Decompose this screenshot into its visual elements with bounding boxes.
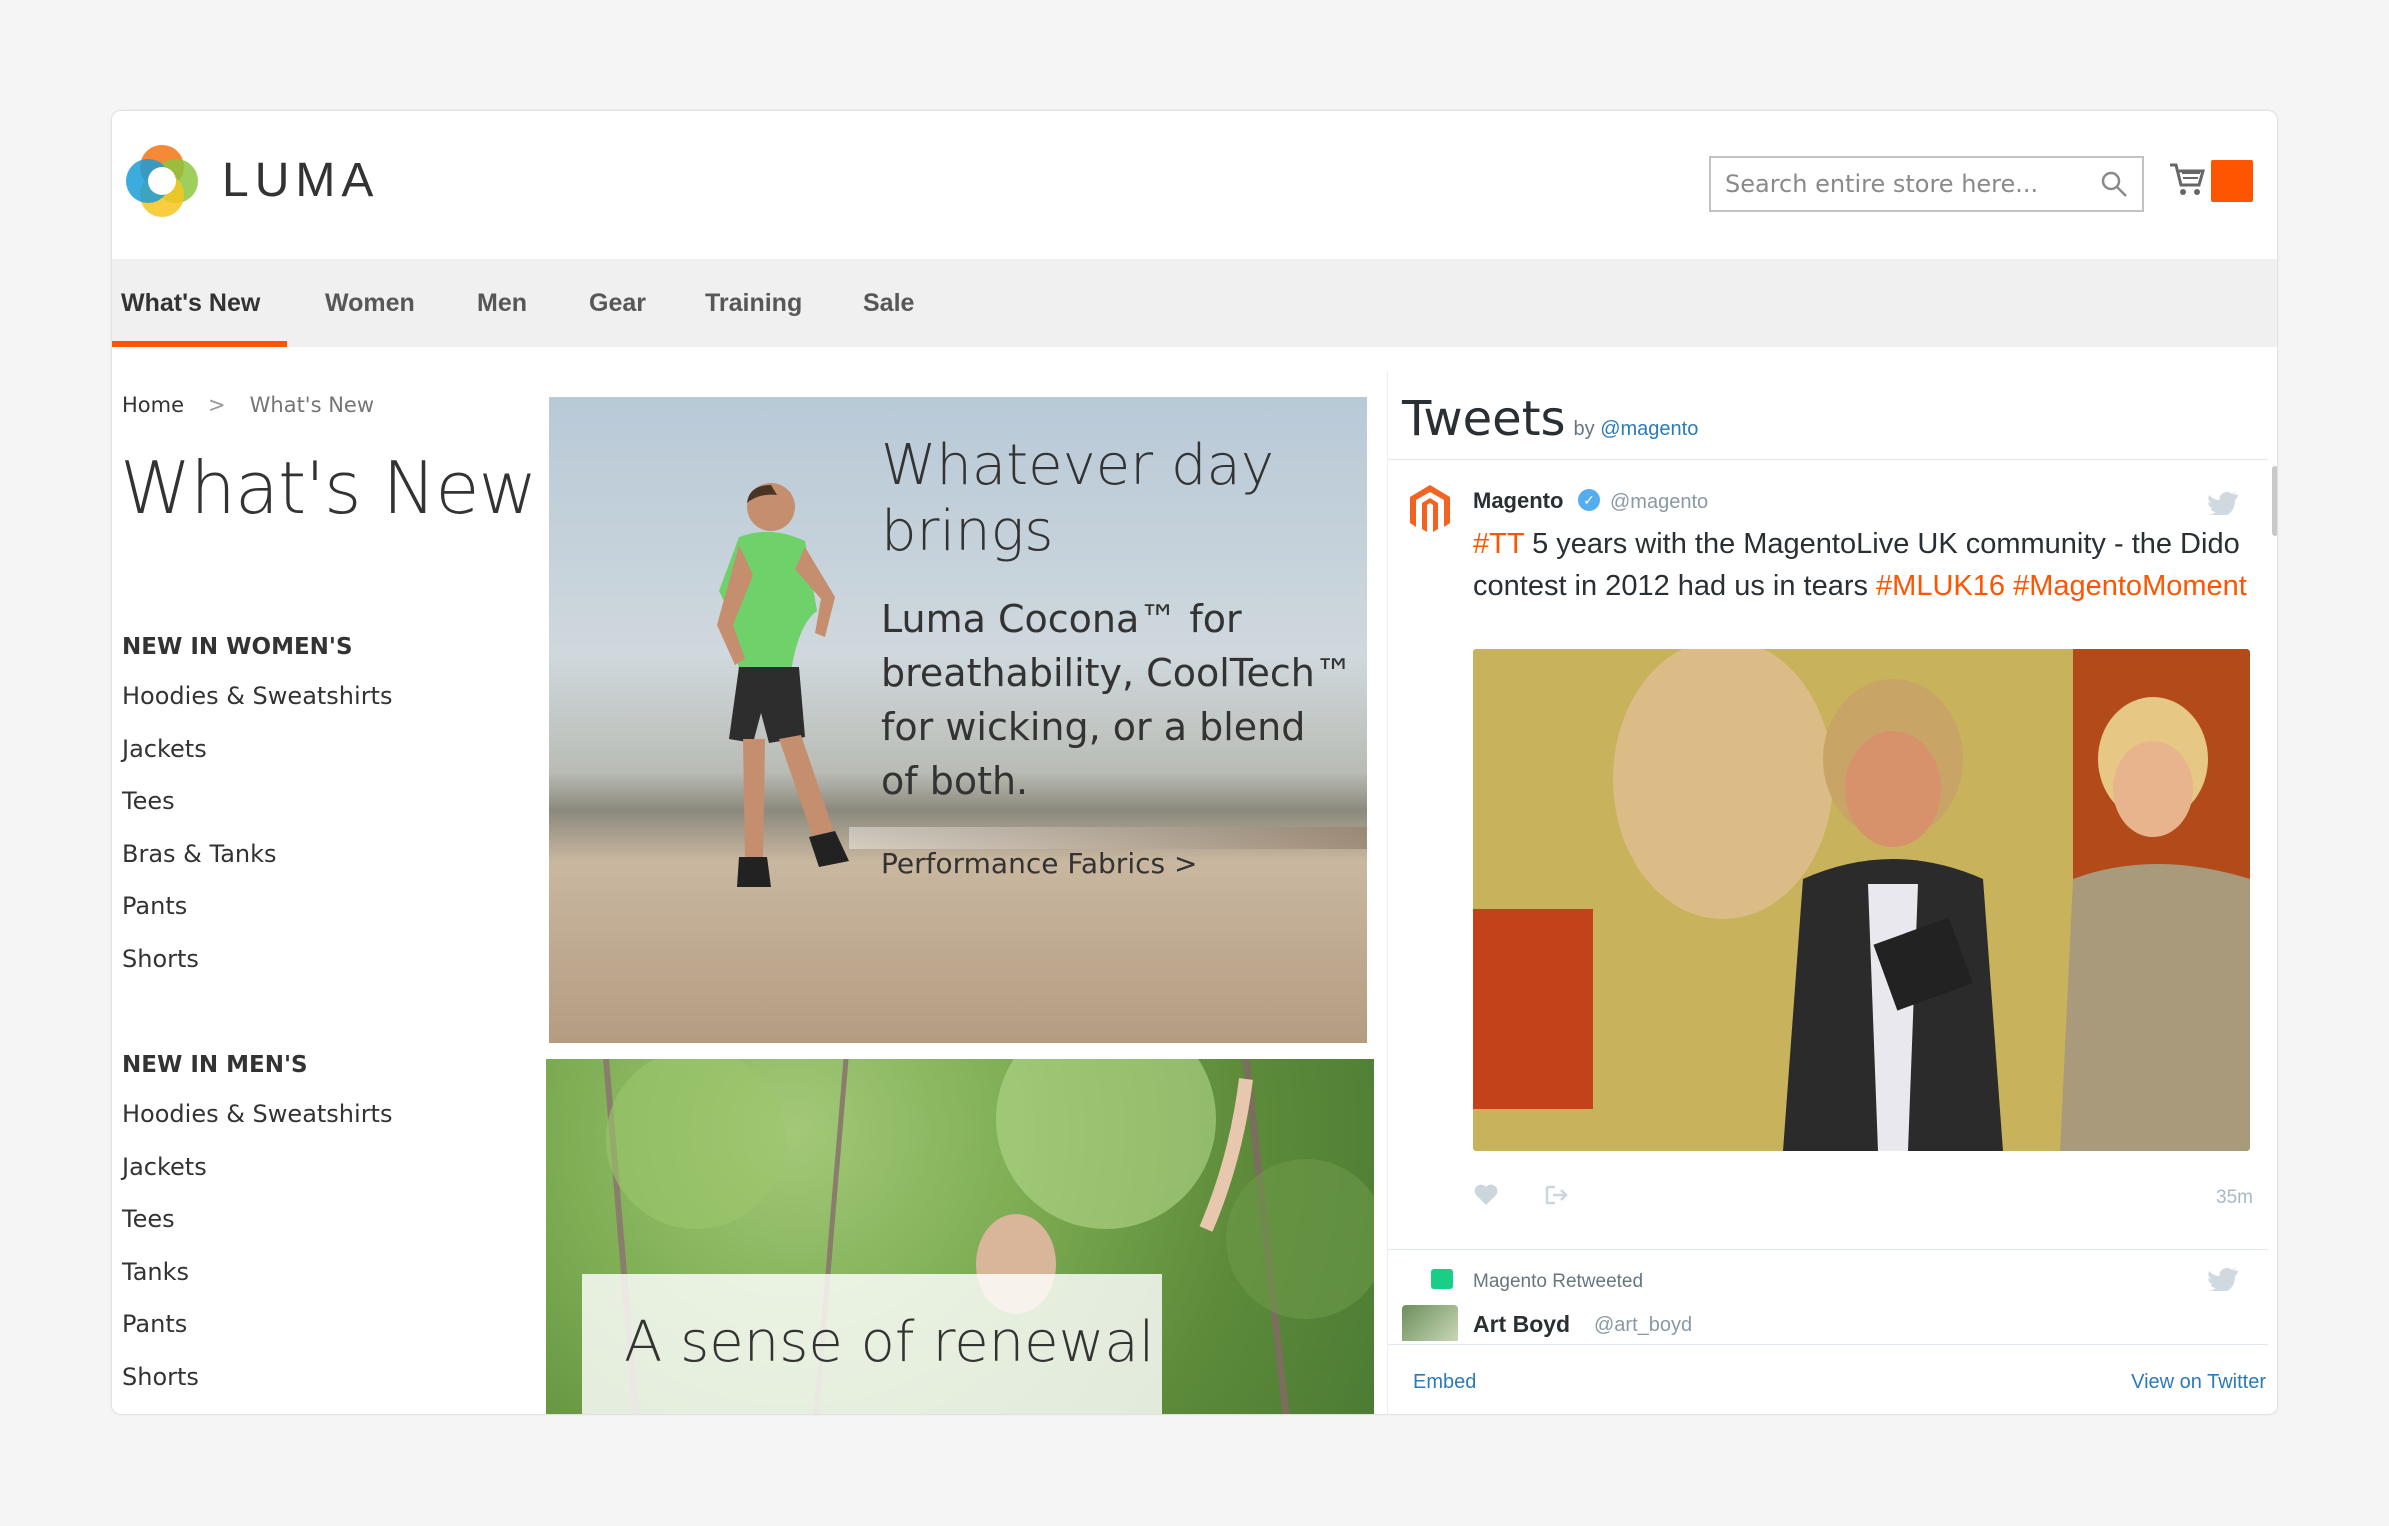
promo-title: Whatever day brings bbox=[881, 433, 1274, 565]
main-navigation: What's New Women Men Gear Training Sale bbox=[112, 259, 2277, 347]
brand-name[interactable]: LUMA bbox=[222, 153, 379, 208]
promo-title-line: Whatever day bbox=[881, 433, 1275, 498]
breadcrumb: Home > What's New bbox=[122, 393, 374, 417]
sea-wave bbox=[849, 827, 1367, 849]
divider bbox=[1388, 1249, 2268, 1250]
divider bbox=[1388, 459, 2268, 460]
hashtag-link[interactable]: #MagentoMoment bbox=[2013, 570, 2247, 602]
promo-banner-performance[interactable]: Whatever day brings Luma Cocona™ for bre… bbox=[549, 397, 1367, 1043]
nav-sale[interactable]: Sale bbox=[863, 259, 914, 347]
twitter-widget: Tweets by @magento Magento ✓ @magento #TT… bbox=[1387, 371, 2277, 1414]
tweet-author-handle[interactable]: @magento bbox=[1610, 491, 1708, 514]
tweet-timestamp[interactable]: 35m bbox=[2216, 1187, 2253, 1209]
like-heart-icon[interactable] bbox=[1473, 1183, 1499, 1207]
promo-body-line: breathability, CoolTech™ bbox=[881, 651, 1353, 695]
promo-body: Luma Cocona™ for breathability, CoolTech… bbox=[881, 592, 1353, 808]
search-box[interactable] bbox=[1709, 156, 2144, 212]
women-category-link[interactable]: Bras & Tanks bbox=[122, 839, 392, 892]
hashtag-link[interactable]: #TT bbox=[1473, 528, 1524, 560]
men-category-list: Hoodies & Sweatshirts Jackets Tees Tanks… bbox=[122, 1099, 392, 1414]
women-category-link[interactable]: Jackets bbox=[122, 734, 392, 787]
runner-image bbox=[717, 483, 849, 887]
performance-fabrics-link[interactable]: Performance Fabrics > bbox=[881, 847, 1197, 880]
breadcrumb-current: What's New bbox=[249, 393, 374, 417]
promo-body-line: for wicking, or a blend bbox=[881, 705, 1306, 749]
tweet-author-name[interactable]: Magento bbox=[1473, 488, 1563, 514]
tweet-actions: 35m bbox=[1473, 1183, 2253, 1213]
promo-banner-renewal[interactable]: A sense of renewal bbox=[546, 1059, 1374, 1414]
browser-frame: LUMA What's New Women Men Gear Training … bbox=[111, 110, 2278, 1415]
men-category-link[interactable]: Shorts bbox=[122, 1362, 392, 1415]
women-category-link[interactable]: Hoodies & Sweatshirts bbox=[122, 681, 392, 734]
tweets-by: by @magento bbox=[1574, 418, 1699, 440]
women-category-list: Hoodies & Sweatshirts Jackets Tees Bras … bbox=[122, 681, 392, 996]
women-category-link[interactable]: Pants bbox=[122, 891, 392, 944]
twitter-bird-icon[interactable] bbox=[2208, 491, 2238, 515]
nav-whats-new[interactable]: What's New bbox=[121, 259, 260, 347]
page-title: What's New bbox=[120, 446, 537, 530]
search-icon[interactable] bbox=[2100, 170, 2128, 198]
men-category-link[interactable]: Tees bbox=[122, 1204, 392, 1257]
active-nav-indicator bbox=[112, 341, 287, 347]
header: LUMA bbox=[112, 111, 2277, 259]
search-input[interactable] bbox=[1725, 170, 2100, 198]
men-category-link[interactable]: Tanks bbox=[122, 1257, 392, 1310]
view-on-twitter-link[interactable]: View on Twitter bbox=[2131, 1371, 2266, 1394]
promo-title-line: brings bbox=[881, 499, 1054, 564]
promo-body-line: Luma Cocona™ for bbox=[881, 597, 1242, 641]
promo-caption: A sense of renewal bbox=[624, 1310, 1155, 1375]
verified-icon: ✓ bbox=[1578, 489, 1600, 511]
nav-women[interactable]: Women bbox=[325, 259, 415, 347]
tweet-text: #TT 5 years with the MagentoLive UK comm… bbox=[1473, 523, 2253, 607]
women-section-heading: NEW IN WOMEN'S bbox=[122, 634, 353, 660]
cart-icon[interactable] bbox=[2168, 159, 2206, 199]
men-category-link[interactable]: Hoodies & Sweatshirts bbox=[122, 1099, 392, 1152]
hashtag-link[interactable]: #MLUK16 bbox=[1876, 570, 2005, 602]
share-icon[interactable] bbox=[1543, 1183, 1569, 1207]
cart-counter-badge[interactable] bbox=[2211, 160, 2253, 202]
twitter-bird-icon[interactable] bbox=[2208, 1267, 2238, 1291]
women-category-link[interactable]: Shorts bbox=[122, 944, 392, 997]
caption-panel: A sense of renewal bbox=[582, 1274, 1162, 1414]
retweet-item[interactable]: Magento Retweeted Art Boyd @art_boyd bbox=[1388, 1251, 2268, 1341]
retweet-author-handle[interactable]: @art_boyd bbox=[1594, 1314, 1692, 1337]
men-category-link[interactable]: Pants bbox=[122, 1309, 392, 1362]
tweets-header: Tweets by @magento bbox=[1402, 391, 1698, 447]
retweet-author-name[interactable]: Art Boyd bbox=[1473, 1311, 1570, 1338]
nav-gear[interactable]: Gear bbox=[589, 259, 646, 347]
luma-logo-icon[interactable] bbox=[122, 141, 202, 221]
event-photo-image bbox=[1473, 649, 2250, 1151]
tweets-by-label: by bbox=[1573, 418, 1595, 440]
avatar[interactable] bbox=[1402, 1305, 1458, 1341]
scrollbar-thumb[interactable] bbox=[2272, 466, 2277, 536]
tweets-by-handle-link[interactable]: @magento bbox=[1600, 418, 1698, 440]
tweets-title: Tweets bbox=[1402, 391, 1566, 447]
breadcrumb-home[interactable]: Home bbox=[122, 393, 184, 417]
tweets-footer: Embed View on Twitter bbox=[1388, 1344, 2268, 1414]
embed-link[interactable]: Embed bbox=[1413, 1371, 1476, 1394]
magento-logo-icon[interactable] bbox=[1406, 483, 1454, 533]
nav-training[interactable]: Training bbox=[705, 259, 802, 347]
tweet-photo[interactable] bbox=[1473, 649, 2250, 1151]
promo-body-line: of both. bbox=[881, 759, 1029, 803]
women-category-link[interactable]: Tees bbox=[122, 786, 392, 839]
men-section-heading: NEW IN MEN'S bbox=[122, 1052, 308, 1078]
retweet-icon bbox=[1431, 1269, 1453, 1289]
retweet-label: Magento Retweeted bbox=[1473, 1271, 1644, 1292]
nav-men[interactable]: Men bbox=[477, 259, 527, 347]
breadcrumb-separator: > bbox=[208, 393, 226, 417]
men-category-link[interactable]: Jackets bbox=[122, 1152, 392, 1205]
tweet[interactable]: Magento ✓ @magento #TT 5 years with the … bbox=[1388, 461, 2258, 1231]
